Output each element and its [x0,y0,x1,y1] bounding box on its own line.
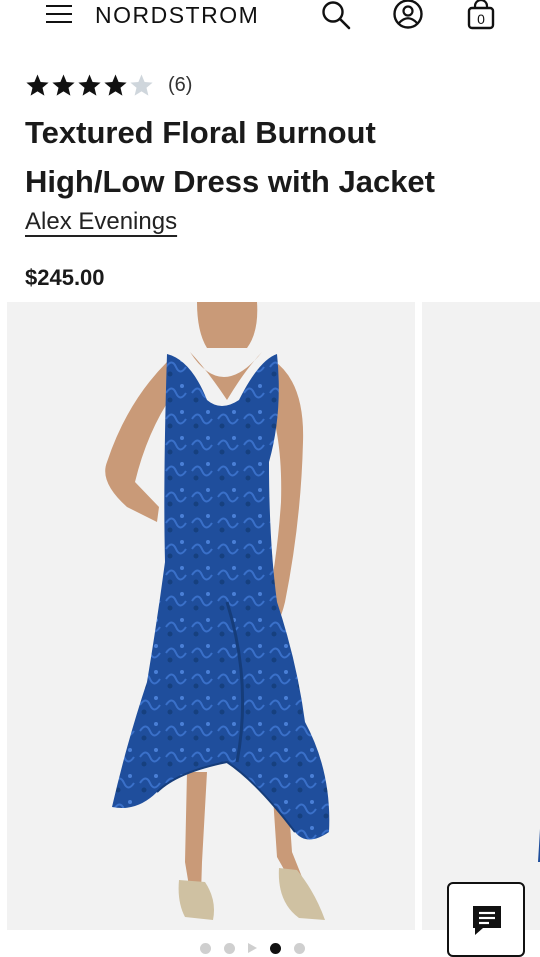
product-rating[interactable]: (6) [25,72,192,98]
carousel-dot[interactable] [224,942,235,954]
product-image-carousel[interactable] [0,302,540,930]
star-filled-icon [26,74,49,96]
search-icon[interactable] [320,0,352,30]
menu-icon[interactable] [46,3,74,25]
chat-button[interactable] [447,882,525,957]
shopping-bag-icon[interactable]: 0 [465,0,497,30]
star-filled-icon [52,74,75,96]
carousel-indicators[interactable] [200,941,318,955]
carousel-dot[interactable] [200,942,211,954]
carousel-dot[interactable] [270,942,281,954]
nordstrom-logo[interactable]: NORDSTROM [95,2,259,29]
product-price: $245.00 [25,265,105,290]
star-empty-icon [130,74,153,96]
product-title: Textured Floral Burnout High/Low Dress w… [25,115,435,199]
account-icon[interactable] [392,0,424,30]
top-nav-bar: NORDSTROM 0 [0,0,540,34]
star-filled-icon [78,74,101,96]
chat-icon [473,906,501,935]
star-rating [25,73,155,98]
carousel-dot[interactable] [294,942,305,954]
carousel-video-indicator[interactable] [248,943,257,953]
star-filled-icon [104,74,127,96]
brand-link[interactable]: Alex Evenings [25,208,177,236]
review-count[interactable]: (6) [168,74,192,97]
product-image-main[interactable] [7,302,415,930]
product-image-next[interactable] [422,302,540,930]
bag-count: 0 [477,11,485,27]
